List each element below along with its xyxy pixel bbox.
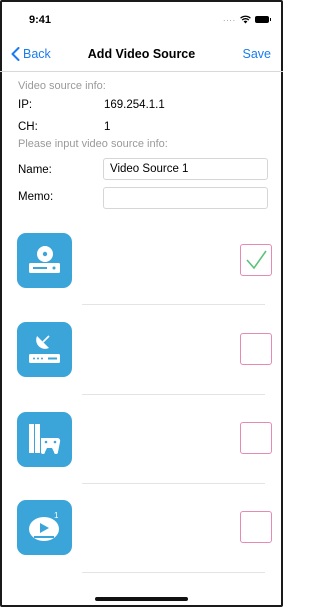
signal-icon: .... bbox=[223, 14, 236, 23]
ip-label: IP: bbox=[18, 99, 33, 111]
divider bbox=[82, 304, 265, 305]
divider bbox=[82, 394, 265, 395]
ch-label: CH: bbox=[18, 121, 38, 133]
source-checkbox[interactable] bbox=[240, 333, 272, 365]
battery-icon bbox=[255, 15, 271, 23]
source-checkbox[interactable] bbox=[240, 511, 272, 543]
input-info-heading: Please input video source info: bbox=[18, 138, 168, 150]
name-field[interactable] bbox=[103, 158, 268, 180]
wifi-icon bbox=[240, 15, 251, 23]
status-time: 9:41 bbox=[29, 14, 52, 26]
svg-text:1: 1 bbox=[54, 511, 59, 520]
status-indicators: .... bbox=[223, 14, 271, 24]
ch-value: 1 bbox=[104, 121, 111, 133]
name-label: Name: bbox=[18, 164, 52, 176]
divider bbox=[82, 483, 265, 484]
satellite-receiver-icon bbox=[17, 322, 72, 377]
ip-value: 169.254.1.1 bbox=[104, 99, 165, 111]
save-button[interactable]: Save bbox=[243, 47, 272, 61]
media-box-icon: 1 bbox=[17, 500, 72, 555]
source-checkbox[interactable] bbox=[240, 422, 272, 454]
video-source-info-heading: Video source info: bbox=[18, 80, 106, 92]
home-indicator bbox=[95, 597, 188, 601]
game-console-icon bbox=[17, 412, 72, 467]
memo-label: Memo: bbox=[18, 191, 54, 203]
divider bbox=[82, 572, 265, 573]
dvd-player-icon bbox=[17, 233, 72, 288]
status-bar: 9:41 .... bbox=[0, 0, 283, 38]
page-title: Add Video Source bbox=[87, 47, 196, 61]
checkmark-icon bbox=[246, 250, 267, 270]
navigation-bar: Back Add Video Source Save bbox=[0, 38, 283, 72]
memo-field[interactable] bbox=[103, 187, 268, 209]
source-checkbox[interactable] bbox=[240, 244, 272, 276]
